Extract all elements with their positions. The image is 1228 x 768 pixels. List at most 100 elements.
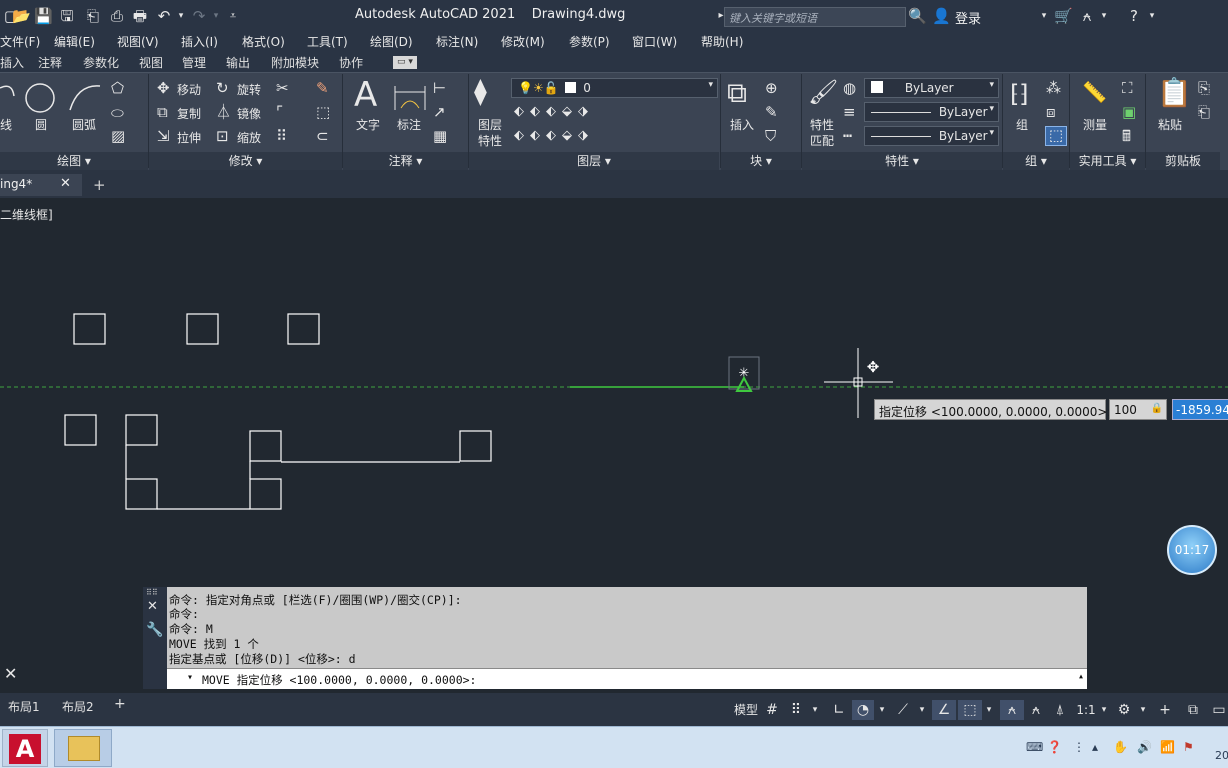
isodraft-icon[interactable]: ⟋ (892, 700, 914, 720)
menu-modify[interactable]: 修改(M) (501, 33, 545, 50)
taskbar-autocad-button[interactable]: A (2, 729, 48, 767)
menu-view[interactable]: 视图(V) (117, 33, 159, 50)
keyboard-icon[interactable]: ⌨ (1026, 740, 1043, 754)
user-icon[interactable]: 👤 (932, 7, 951, 25)
cloud-save-icon[interactable]: ⎗ (84, 7, 102, 25)
stretch-button[interactable]: 拉伸 (177, 129, 201, 146)
tab-annotate[interactable]: 注释 (38, 54, 62, 71)
dimension-button[interactable]: 标注 (397, 116, 421, 133)
dynamic-input-angle-field[interactable]: -1859.949 (1172, 399, 1228, 420)
paste-button[interactable]: 粘贴 (1158, 116, 1182, 133)
publish-icon[interactable]: ⎙ (108, 7, 126, 25)
object-snap-icon[interactable]: ⬚ (958, 700, 982, 720)
copy-icon[interactable]: ⧉ (157, 104, 168, 120)
workspace-gear-icon[interactable]: ⚙ (1114, 700, 1134, 720)
group-select-icon[interactable]: ⬚ (1045, 126, 1067, 146)
redo-dropdown-icon[interactable]: ▾ (207, 7, 225, 25)
copy-clip-icon[interactable]: ⎘ (1198, 80, 1210, 96)
panel-block-title[interactable]: 块 ▾ (721, 152, 801, 170)
action-center-icon[interactable]: ⚑ (1183, 740, 1194, 754)
group-edit-icon[interactable]: ⧈ (1046, 104, 1056, 120)
tab-insert[interactable]: 插入 (0, 54, 24, 71)
group-button[interactable]: 组 (1016, 116, 1028, 133)
measure-button[interactable]: 测量 (1083, 116, 1107, 133)
annotation-scale-icon[interactable]: ⍋ (1050, 700, 1070, 720)
color-wheel-icon[interactable]: ◍ (843, 80, 856, 96)
menu-parametric[interactable]: 参数(P) (569, 33, 610, 50)
menu-format[interactable]: 格式(O) (242, 33, 285, 50)
menu-window[interactable]: 窗口(W) (632, 33, 677, 50)
panel-modify-title[interactable]: 修改 ▾ (149, 152, 342, 170)
chevron-down-icon[interactable]: ▾ (1137, 700, 1149, 720)
customize-icon[interactable]: ▭ (1210, 700, 1228, 720)
layer-properties-icon[interactable]: ⧫ (474, 78, 487, 106)
menu-edit[interactable]: 编辑(E) (54, 33, 95, 50)
ungroup-icon[interactable]: ⁂ (1046, 80, 1061, 96)
customize-toolbar-icon[interactable]: ⩡ (224, 7, 242, 25)
create-block-icon[interactable]: ⊕ (765, 80, 778, 96)
menu-draw[interactable]: 绘图(D) (370, 33, 413, 50)
hatch-icon[interactable]: ▨ (111, 128, 125, 144)
ribbon-line-label[interactable]: 线 (0, 116, 12, 133)
isolate-objects-icon[interactable]: ⧉ (1182, 700, 1204, 720)
ortho-icon[interactable]: ∟ (828, 700, 850, 720)
ribbon-arc-label[interactable]: 圆弧 (72, 116, 96, 133)
leader-icon[interactable]: ↗ (433, 104, 446, 120)
rotate-icon[interactable]: ↻ (216, 80, 229, 96)
layout-tab-2[interactable]: 布局2 (62, 698, 94, 715)
chevron-down-icon[interactable]: ▾ (876, 700, 888, 720)
help-icon[interactable]: ? (1125, 7, 1143, 25)
menu-help[interactable]: 帮助(H) (701, 33, 743, 50)
annotation-visibility-icon[interactable]: ⍲ (1000, 700, 1024, 720)
copy-button[interactable]: 复制 (177, 105, 201, 122)
stretch-icon[interactable]: ⇲ (157, 128, 170, 144)
taskbar-explorer-button[interactable] (54, 729, 112, 767)
chevron-down-icon[interactable]: ▾ (809, 700, 821, 720)
layer-tools-row-2-icons[interactable]: ⬖⬖⬖⬙⬗ (514, 128, 594, 144)
select-all-icon[interactable]: ▣ (1122, 104, 1136, 120)
network-icon[interactable]: 📶 (1160, 740, 1175, 754)
search-input[interactable]: 键入关键字或短语 (724, 7, 906, 27)
edit-block-icon[interactable]: ✎ (765, 104, 778, 120)
ribbon-minimize-button[interactable]: ▭ ▾ (393, 56, 417, 69)
mirror-button[interactable]: 镜像 (237, 105, 261, 122)
panel-draw-title[interactable]: 绘图 ▾ (0, 152, 148, 170)
auto-scale-icon[interactable]: ⍲ (1026, 700, 1046, 720)
layer-tools-row-1-icons[interactable]: ⬖⬖⬖⬙⬗ (514, 104, 594, 120)
tab-collaborate[interactable]: 协作 (339, 54, 363, 71)
chevron-down-icon[interactable]: ▾ (1098, 700, 1110, 720)
tray-expand-icon[interactable]: ▴ (1092, 740, 1098, 754)
fillet-icon[interactable]: ⌜ (276, 104, 283, 120)
recent-commands-icon[interactable]: ▾ (187, 672, 193, 683)
layout-tab-1[interactable]: 布局1 (8, 698, 40, 715)
cut-icon[interactable]: ⎗ (1198, 104, 1210, 120)
array-3d-icon[interactable]: ⬚ (316, 104, 330, 120)
panel-utilities-title[interactable]: 实用工具 ▾ (1070, 152, 1145, 170)
redo-icon[interactable]: ↷ (190, 7, 208, 25)
command-input[interactable]: ▾ MOVE 指定位移 <100.0000, 0.0000, 0.0000>: … (167, 668, 1087, 689)
menu-dimension[interactable]: 标注(N) (436, 33, 478, 50)
mirror-icon[interactable]: ⏃ (216, 104, 231, 120)
timer-widget[interactable]: 01:17 (1167, 525, 1217, 575)
login-dropdown-icon[interactable]: ▾ (1035, 7, 1053, 25)
layer-dropdown[interactable]: 💡☀🔓 0 ▾ (511, 78, 718, 98)
offset-icon[interactable]: ⊂ (316, 128, 329, 144)
tab-output[interactable]: 输出 (226, 54, 250, 71)
clock-text[interactable]: 20 (1215, 749, 1228, 762)
move-button[interactable]: 移动 (177, 81, 201, 98)
panel-clipboard-title[interactable]: 剪贴板 (1146, 152, 1220, 170)
linetype-dropdown[interactable]: ByLayer ▾ (864, 126, 999, 146)
help-tray-icon[interactable]: ❓ (1047, 740, 1062, 754)
array-icon[interactable]: ⠿ (276, 128, 287, 144)
match-properties-label-2[interactable]: 匹配 (810, 132, 834, 149)
save-as-icon[interactable]: 🖫 (58, 7, 76, 25)
close-icon[interactable]: ✕ (147, 599, 158, 614)
tray-scroll-icon[interactable]: ⋮ (1073, 740, 1085, 754)
move-icon[interactable]: ✥ (157, 80, 170, 96)
open-folder-icon[interactable]: 📂 (12, 7, 31, 25)
cart-icon[interactable]: 🛒 (1054, 7, 1073, 25)
lineweight-icon[interactable]: ≡ (843, 104, 856, 120)
panel-annotation-title[interactable]: 注释 ▾ (343, 152, 468, 170)
search-icon[interactable]: 🔍 (908, 7, 927, 25)
chevron-down-icon[interactable]: ▾ (983, 700, 995, 720)
